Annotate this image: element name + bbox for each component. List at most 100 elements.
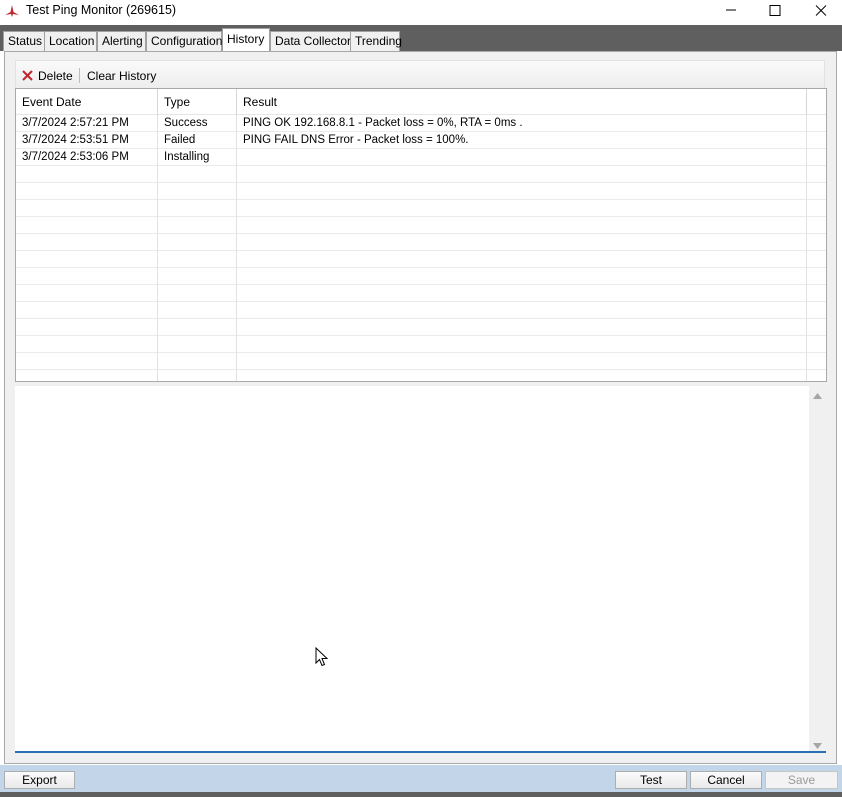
tab-trending[interactable]: Trending: [350, 31, 402, 51]
table-row[interactable]: [16, 302, 826, 319]
cell-event-date: [16, 302, 158, 319]
cell-result: [237, 353, 807, 370]
scroll-up-arrow-icon[interactable]: [813, 393, 822, 399]
cancel-button[interactable]: Cancel: [690, 771, 762, 789]
mouse-pointer-icon: [315, 647, 329, 667]
minimize-icon: [726, 9, 736, 11]
table-row[interactable]: [16, 285, 826, 302]
maximize-icon: [769, 5, 781, 16]
cell-result: [237, 234, 807, 251]
export-button[interactable]: Export: [4, 771, 75, 789]
cell-event-date: [16, 183, 158, 200]
cell-event-date: [16, 166, 158, 183]
test-button[interactable]: Test: [615, 771, 687, 789]
table-row[interactable]: 3/7/2024 2:53:06 PM Installing: [16, 149, 826, 166]
cell-type: [158, 336, 237, 353]
cell-result: PING FAIL DNS Error - Packet loss = 100%…: [237, 132, 807, 149]
clear-history-button[interactable]: Clear History: [87, 67, 156, 85]
cell-event-date: [16, 319, 158, 336]
table-row[interactable]: [16, 336, 826, 353]
minimize-button[interactable]: [708, 0, 754, 22]
cell-event-date: [16, 217, 158, 234]
cell-result: [237, 200, 807, 217]
cell-event-date: [16, 200, 158, 217]
table-row[interactable]: [16, 268, 826, 285]
cell-type: [158, 251, 237, 268]
cell-event-date: [16, 268, 158, 285]
cell-result: [237, 302, 807, 319]
cell-type: Installing: [158, 149, 237, 166]
table-row[interactable]: 3/7/2024 2:53:51 PM Failed PING FAIL DNS E…: [16, 132, 826, 149]
toolbar-separator: [79, 68, 80, 83]
cell-result: [237, 217, 807, 234]
tab-configuration[interactable]: Configuration: [146, 31, 222, 51]
cell-event-date: [16, 336, 158, 353]
history-grid[interactable]: Event Date Type Result 3/7/2024 2:57:21 …: [15, 88, 827, 382]
column-header-type[interactable]: Type: [158, 89, 237, 115]
cell-type: [158, 319, 237, 336]
cell-type: [158, 268, 237, 285]
cell-event-date: [16, 234, 158, 251]
table-row[interactable]: [16, 251, 826, 268]
grid-header: Event Date Type Result: [16, 89, 826, 115]
cell-result: [237, 251, 807, 268]
cell-type: [158, 166, 237, 183]
tab-status[interactable]: Status: [3, 31, 45, 51]
delete-button[interactable]: Delete: [22, 67, 73, 85]
cell-event-date: [16, 251, 158, 268]
column-header-result[interactable]: Result: [237, 89, 807, 115]
table-row[interactable]: [16, 183, 826, 200]
cell-result: [237, 183, 807, 200]
close-button[interactable]: [798, 0, 842, 22]
cell-event-date: [16, 285, 158, 302]
grid-body: 3/7/2024 2:57:21 PM Success PING OK 192.16…: [16, 115, 826, 381]
close-icon: [815, 5, 827, 16]
table-row[interactable]: [16, 217, 826, 234]
cell-result: [237, 336, 807, 353]
cell-type: Failed: [158, 132, 237, 149]
history-panel: Delete Clear History Event Date Type Res…: [4, 51, 837, 764]
tab-alerting[interactable]: Alerting: [97, 31, 146, 51]
save-button[interactable]: Save: [765, 771, 838, 789]
cell-result: [237, 285, 807, 302]
scroll-down-arrow-icon[interactable]: [813, 743, 822, 749]
table-row[interactable]: [16, 234, 826, 251]
cell-event-date: [16, 370, 158, 381]
maximize-button[interactable]: [752, 0, 798, 22]
table-row[interactable]: [16, 319, 826, 336]
delete-label: Delete: [38, 69, 73, 83]
tab-strip: Status Location Alerting Configuration H…: [0, 25, 842, 51]
table-row[interactable]: [16, 370, 826, 381]
column-header-event-date[interactable]: Event Date: [16, 89, 158, 115]
cell-result: PING OK 192.168.8.1 - Packet loss = 0%, …: [237, 115, 807, 132]
history-toolbar: Delete Clear History: [15, 60, 825, 90]
cell-event-date: [16, 353, 158, 370]
cell-type: [158, 302, 237, 319]
cell-type: [158, 285, 237, 302]
table-row[interactable]: [16, 166, 826, 183]
tab-location[interactable]: Location: [44, 31, 97, 51]
trident-logo-icon: [4, 3, 20, 19]
title-bar: Test Ping Monitor (269615): [0, 0, 842, 25]
cell-event-date: 3/7/2024 2:57:21 PM: [16, 115, 158, 132]
table-row[interactable]: [16, 353, 826, 370]
cell-result: [237, 370, 807, 381]
tab-history[interactable]: History: [222, 28, 270, 51]
cell-type: [158, 217, 237, 234]
dialog-button-bar: Export Test Cancel Save: [0, 765, 842, 792]
cell-type: [158, 200, 237, 217]
window-title: Test Ping Monitor (269615): [26, 3, 177, 17]
detail-text: [19, 390, 799, 740]
tab-data-collector[interactable]: Data Collector: [270, 31, 351, 51]
cell-event-date: 3/7/2024 2:53:06 PM: [16, 149, 158, 166]
cell-event-date: 3/7/2024 2:53:51 PM: [16, 132, 158, 149]
cell-type: [158, 183, 237, 200]
cell-type: [158, 370, 237, 381]
table-row[interactable]: [16, 200, 826, 217]
cell-result: [237, 149, 807, 166]
cell-type: [158, 353, 237, 370]
window-bottom-edge: [0, 792, 842, 797]
table-row[interactable]: 3/7/2024 2:57:21 PM Success PING OK 192.16…: [16, 115, 826, 132]
vertical-scrollbar[interactable]: [809, 386, 826, 751]
detail-text-pane[interactable]: [15, 386, 826, 753]
